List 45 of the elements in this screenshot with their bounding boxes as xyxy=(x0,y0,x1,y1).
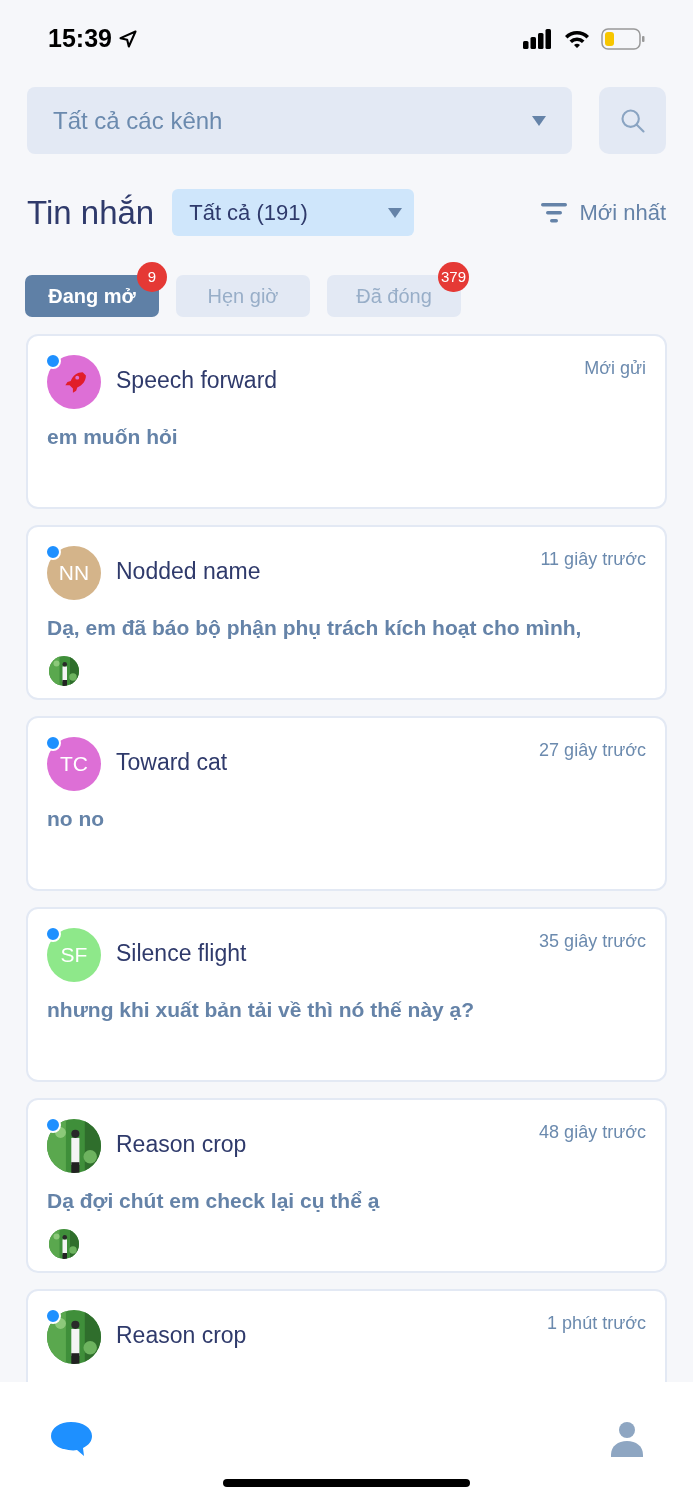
contact-name: Reason crop xyxy=(116,1321,247,1350)
avatar: SF xyxy=(47,928,101,982)
channel-value: Tất cả các kênh xyxy=(53,105,223,136)
avatar: NN xyxy=(47,546,101,600)
message-time: 35 giây trước xyxy=(539,930,646,953)
conversation-card[interactable]: NN Nodded name 11 giây trước Dạ, em đã báo bộ phận phụ trách kích hoạt cho mình, xyxy=(26,525,667,700)
status-time: 15:39 xyxy=(48,22,112,54)
battery-icon xyxy=(601,27,645,50)
conversation-card[interactable]: Reason crop 48 giây trước Dạ đợi chút em check lại cụ thể ạ xyxy=(26,1098,667,1273)
message-preview: no no xyxy=(47,806,106,832)
contact-name: Silence flight xyxy=(116,939,247,968)
caret-icon xyxy=(532,115,546,126)
conversation-card[interactable]: SF Silence flight 35 giây trước nhưng khi xuất bản tải về thì nó thế này ạ? xyxy=(26,907,667,1082)
filter-value: Tất cả (191) xyxy=(189,199,308,227)
signal-icon xyxy=(523,28,553,49)
contact-name: Reason crop xyxy=(116,1130,247,1159)
message-preview: nhưng khi xuất bản tải về thì nó thế này ạ? xyxy=(47,997,476,1023)
count-badge: 9 xyxy=(137,262,167,292)
conversation-card[interactable]: Reason crop 1 phút trước xyxy=(26,1289,667,1382)
search-button[interactable] xyxy=(599,87,666,154)
conversation-card[interactable]: Speech forward Mới gửi em muốn hỏi xyxy=(26,334,667,509)
message-time: 1 phút trước xyxy=(547,1312,646,1335)
profile-tab-icon[interactable] xyxy=(611,1421,643,1457)
message-preview: Dạ đợi chút em check lại cụ thể ạ xyxy=(47,1188,381,1214)
sort-button[interactable]: Mới nhất xyxy=(541,196,666,229)
wifi-icon xyxy=(563,28,591,49)
count-badge: 379 xyxy=(437,262,469,292)
page-title: Tin nhắn xyxy=(27,192,155,233)
message-time: 27 giây trước xyxy=(539,739,646,762)
contact-name: Nodded name xyxy=(116,557,261,586)
message-time: 48 giây trước xyxy=(539,1121,646,1144)
caret-icon xyxy=(388,207,403,218)
contact-name: Toward cat xyxy=(116,748,228,777)
message-preview: em muốn hỏi xyxy=(47,424,179,450)
location-arrow-icon xyxy=(117,28,138,49)
filter-icon xyxy=(541,201,568,224)
search-icon xyxy=(618,106,647,135)
status-filter-dropdown[interactable]: Tất cả (191) xyxy=(172,189,415,236)
chat-tab-icon[interactable] xyxy=(50,1420,92,1458)
conversation-card[interactable]: TC Toward cat 27 giây trước no no xyxy=(26,716,667,891)
contact-name: Speech forward xyxy=(116,366,278,395)
message-time: 11 giây trước xyxy=(540,548,646,571)
avatar: TC xyxy=(47,737,101,791)
message-time: Mới gửi xyxy=(584,357,646,380)
message-preview: Dạ, em đã báo bộ phận phụ trách kích hoạt cho mình, xyxy=(47,615,583,641)
